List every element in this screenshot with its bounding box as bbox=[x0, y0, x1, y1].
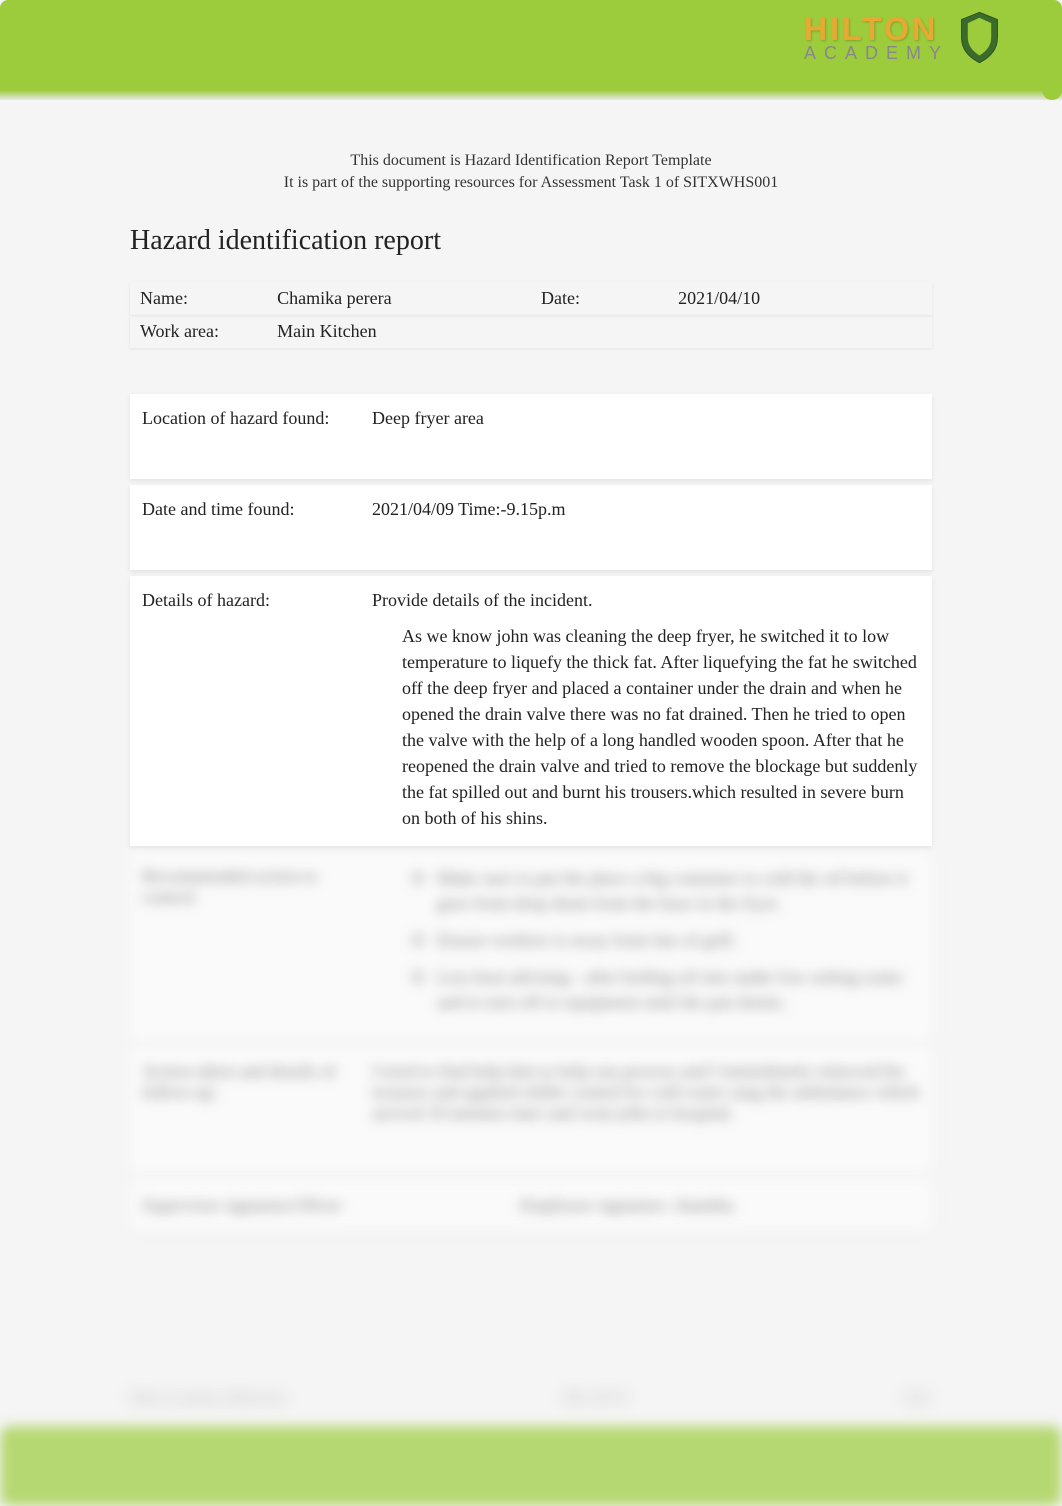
recommended-bullets: Make sure to put the place a big contain… bbox=[372, 866, 920, 1016]
datetime-value: 2021/04/09 Time:-9.15p.m bbox=[360, 485, 932, 570]
hazard-row-details: Details of hazard: Provide details of th… bbox=[130, 576, 932, 846]
details-body: As we know john was cleaning the deep fr… bbox=[372, 623, 920, 832]
location-value: Deep fryer area bbox=[360, 394, 932, 479]
bullet-item: Make sure to put the place a big contain… bbox=[412, 866, 920, 916]
signatures-cell: Supervisor signature:Oliver Employee sig… bbox=[130, 1180, 932, 1231]
hazard-row-action: Action taken and details of follow-up: I… bbox=[130, 1047, 932, 1174]
employee-signature: Employee signature: chamika bbox=[520, 1195, 893, 1216]
hazard-row-signatures: Supervisor signature:Oliver Employee sig… bbox=[130, 1180, 932, 1231]
footer-band bbox=[0, 1426, 1062, 1506]
action-value: I tried to find help him to help run pro… bbox=[360, 1047, 932, 1174]
workarea-value: Main Kitchen bbox=[267, 315, 932, 348]
date-value: 2021/04/10 bbox=[668, 282, 932, 315]
datetime-label: Date and time found: bbox=[130, 485, 360, 570]
footer-center: RTO 40735 bbox=[563, 1391, 628, 1431]
location-label: Location of hazard found: bbox=[130, 394, 360, 479]
workarea-label: Work area: bbox=[130, 315, 267, 348]
recommended-label: Recommended action to control: bbox=[130, 852, 360, 1042]
hazard-table: Location of hazard found: Deep fryer are… bbox=[130, 388, 932, 1238]
logo-text-bottom: ACADEMY bbox=[804, 43, 949, 64]
doc-meta-line1: This document is Hazard Identification R… bbox=[0, 150, 1062, 172]
header-band: HILTON ACADEMY bbox=[0, 0, 1062, 100]
details-intro: Provide details of the incident. bbox=[372, 590, 920, 611]
footer-right: 2021 bbox=[904, 1391, 932, 1431]
info-table: Name: Chamika perera Date: 2021/04/10 Wo… bbox=[130, 282, 932, 348]
details-label: Details of hazard: bbox=[130, 576, 360, 846]
hazard-row-location: Location of hazard found: Deep fryer are… bbox=[130, 394, 932, 479]
hazard-row-recommended: Recommended action to control: Make sure… bbox=[130, 852, 932, 1042]
document-meta: This document is Hazard Identification R… bbox=[0, 150, 1062, 195]
info-row-workarea: Work area: Main Kitchen bbox=[130, 315, 932, 348]
report-title: Hazard identification report bbox=[130, 225, 932, 257]
bullet-item: Less heat advising - after boiling oil i… bbox=[412, 965, 920, 1015]
info-row-name: Name: Chamika perera Date: 2021/04/10 bbox=[130, 282, 932, 315]
recommended-content: Make sure to put the place a big contain… bbox=[360, 852, 932, 1042]
doc-meta-line2: It is part of the supporting resources f… bbox=[0, 172, 1062, 194]
name-value: Chamika perera bbox=[267, 282, 531, 315]
hazard-row-datetime: Date and time found: 2021/04/09 Time:-9.… bbox=[130, 485, 932, 570]
supervisor-signature: Supervisor signature:Oliver bbox=[142, 1195, 515, 1216]
date-label: Date: bbox=[531, 282, 668, 315]
name-label: Name: bbox=[130, 282, 267, 315]
shield-icon bbox=[957, 10, 1002, 65]
logo: HILTON ACADEMY bbox=[804, 10, 1002, 65]
details-content: Provide details of the incident. As we k… bbox=[360, 576, 932, 846]
footer-pre: Hilton Academy Melbourne RTO 40735 2021 bbox=[0, 1391, 1062, 1431]
bullet-item: Ensure workers is away from fats of gril… bbox=[412, 928, 920, 953]
action-label: Action taken and details of follow-up: bbox=[130, 1047, 360, 1174]
footer-left: Hilton Academy Melbourne bbox=[130, 1391, 287, 1431]
content: Hazard identification report Name: Chami… bbox=[0, 195, 1062, 1238]
